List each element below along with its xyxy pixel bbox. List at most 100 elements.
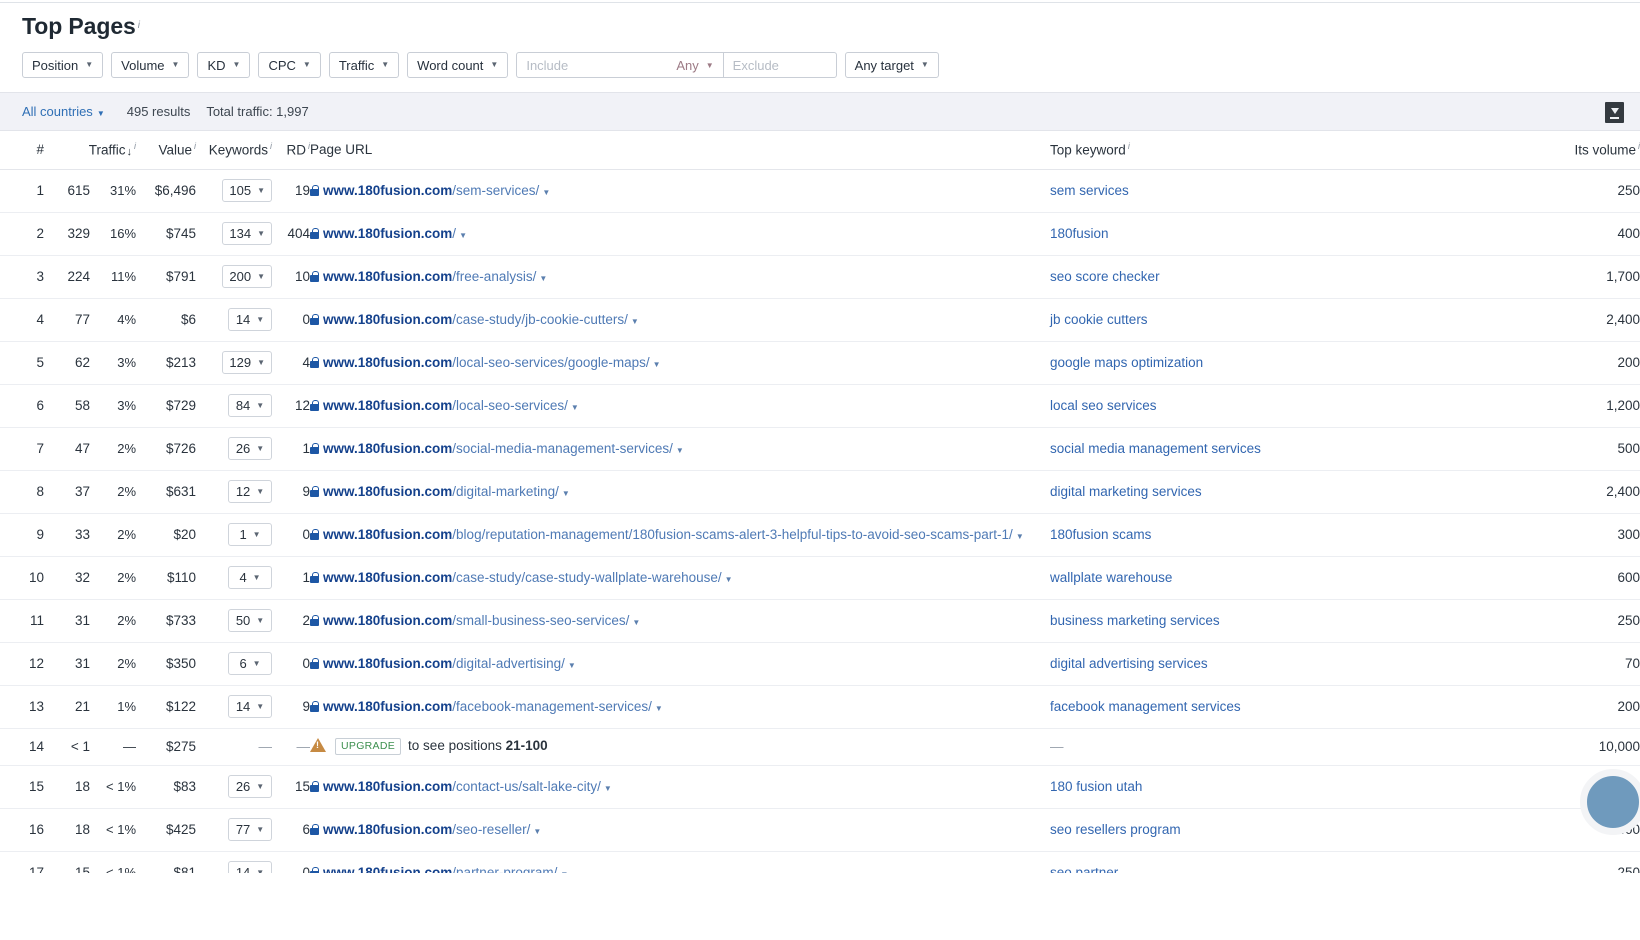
rd-cell[interactable]: 0	[272, 851, 310, 873]
rd-cell[interactable]: 9	[272, 685, 310, 728]
chat-bubble[interactable]	[1580, 769, 1640, 835]
chevron-down-icon[interactable]: ▼	[542, 188, 550, 197]
rd-cell[interactable]: 12	[272, 384, 310, 427]
filter-word-count-button[interactable]: Word count ▼	[407, 52, 508, 78]
chevron-down-icon[interactable]: ▼	[676, 446, 684, 455]
table-row[interactable]: 9332%$201▼0www.180fusion.com/blog/reputa…	[0, 513, 1640, 556]
rd-cell[interactable]: 0	[272, 642, 310, 685]
rd-cell[interactable]: 2	[272, 599, 310, 642]
top-keyword-link[interactable]: seo score checker	[1050, 269, 1160, 284]
page-url-cell[interactable]: www.180fusion.com/social-media-managemen…	[310, 427, 1050, 470]
chevron-down-icon[interactable]: ▼	[1016, 532, 1024, 541]
page-url-cell[interactable]: www.180fusion.com/▼	[310, 212, 1050, 255]
page-url-path[interactable]: /digital-marketing/	[452, 484, 559, 499]
table-row[interactable]: 4774%$614▼0www.180fusion.com/case-study/…	[0, 298, 1640, 341]
keywords-dropdown[interactable]: 26▼	[228, 775, 272, 798]
keywords-dropdown[interactable]: 6▼	[228, 652, 272, 675]
table-row[interactable]: 1518< 1%$8326▼15www.180fusion.com/contac…	[0, 765, 1640, 808]
page-url-domain[interactable]: www.180fusion.com	[323, 656, 452, 671]
chevron-down-icon[interactable]: ▼	[631, 317, 639, 326]
info-icon[interactable]: i	[134, 141, 136, 151]
include-input[interactable]: Include	[517, 53, 667, 77]
rd-cell[interactable]: 9	[272, 470, 310, 513]
rd-cell[interactable]: 6	[272, 808, 310, 851]
page-url-domain[interactable]: www.180fusion.com	[323, 779, 452, 794]
page-url-cell[interactable]: www.180fusion.com/local-seo-services/goo…	[310, 341, 1050, 384]
column-header-rd[interactable]: RDi	[272, 131, 310, 169]
page-url-cell[interactable]: www.180fusion.com/seo-reseller/▼	[310, 808, 1050, 851]
rd-cell[interactable]: 1	[272, 556, 310, 599]
filter-position-button[interactable]: Position ▼	[22, 52, 103, 78]
rd-cell[interactable]: 1	[272, 427, 310, 470]
info-icon[interactable]: i	[194, 141, 196, 151]
page-url-cell[interactable]: www.180fusion.com/case-study/jb-cookie-c…	[310, 298, 1050, 341]
keywords-dropdown[interactable]: 1▼	[228, 523, 272, 546]
keywords-dropdown[interactable]: 200▼	[222, 265, 272, 288]
column-header-keywords[interactable]: Keywordsi	[196, 131, 272, 169]
table-row[interactable]: 6583%$72984▼12www.180fusion.com/local-se…	[0, 384, 1640, 427]
top-keyword-link[interactable]: local seo services	[1050, 398, 1157, 413]
filter-cpc-button[interactable]: CPC ▼	[258, 52, 320, 78]
filter-traffic-button[interactable]: Traffic ▼	[329, 52, 399, 78]
table-row[interactable]: 1618< 1%$42577▼6www.180fusion.com/seo-re…	[0, 808, 1640, 851]
chevron-down-icon[interactable]: ▼	[560, 870, 568, 874]
keywords-dropdown[interactable]: 14▼	[228, 308, 272, 331]
table-row[interactable]: 5623%$213129▼4www.180fusion.com/local-se…	[0, 341, 1640, 384]
page-url-path[interactable]: /case-study/case-study-wallplate-warehou…	[452, 570, 721, 585]
top-keyword-link[interactable]: seo resellers program	[1050, 822, 1181, 837]
column-header-value[interactable]: Valuei	[136, 131, 196, 169]
page-url-cell[interactable]: www.180fusion.com/blog/reputation-manage…	[310, 513, 1050, 556]
rd-cell[interactable]: 19	[272, 169, 310, 212]
keywords-dropdown[interactable]: 77▼	[228, 818, 272, 841]
keywords-dropdown[interactable]: 129▼	[222, 351, 272, 374]
page-url-cell[interactable]: www.180fusion.com/partner-program/▼	[310, 851, 1050, 873]
exclude-input[interactable]: Exclude	[724, 53, 836, 77]
page-url-domain[interactable]: www.180fusion.com	[323, 226, 452, 241]
column-header-page-url[interactable]: Page URL	[310, 131, 1050, 169]
page-url-domain[interactable]: www.180fusion.com	[323, 355, 452, 370]
page-url-path[interactable]: /blog/reputation-management/180fusion-sc…	[452, 527, 1013, 542]
table-row[interactable]: 14< 1—$275——UPGRADEto see positions 21-1…	[0, 728, 1640, 765]
page-url-path[interactable]: /contact-us/salt-lake-city/	[452, 779, 601, 794]
rd-cell[interactable]: 4	[272, 341, 310, 384]
page-url-domain[interactable]: www.180fusion.com	[323, 269, 452, 284]
filter-kd-button[interactable]: KD ▼	[197, 52, 250, 78]
column-header-traffic[interactable]: Traffic↓i	[44, 131, 136, 169]
top-keyword-link[interactable]: 180 fusion utah	[1050, 779, 1142, 794]
rd-cell[interactable]: 0	[272, 298, 310, 341]
table-row[interactable]: 7472%$72626▼1www.180fusion.com/social-me…	[0, 427, 1640, 470]
keywords-dropdown[interactable]: 26▼	[228, 437, 272, 460]
include-match-mode-dropdown[interactable]: Any ▼	[667, 53, 722, 77]
page-url-domain[interactable]: www.180fusion.com	[323, 570, 452, 585]
info-icon[interactable]: i	[270, 141, 272, 151]
page-url-domain[interactable]: www.180fusion.com	[323, 398, 452, 413]
keywords-dropdown[interactable]: 14▼	[228, 861, 272, 874]
page-url-domain[interactable]: www.180fusion.com	[323, 822, 452, 837]
page-url-cell[interactable]: www.180fusion.com/facebook-management-se…	[310, 685, 1050, 728]
top-keyword-link[interactable]: digital marketing services	[1050, 484, 1202, 499]
page-url-cell[interactable]: www.180fusion.com/contact-us/salt-lake-c…	[310, 765, 1050, 808]
country-selector[interactable]: All countries▼	[22, 104, 105, 119]
chevron-down-icon[interactable]: ▼	[568, 661, 576, 670]
column-header-its-volume[interactable]: Its volumei	[1470, 131, 1640, 169]
chevron-down-icon[interactable]: ▼	[571, 403, 579, 412]
keywords-dropdown[interactable]: 4▼	[228, 566, 272, 589]
top-keyword-link[interactable]: digital advertising services	[1050, 656, 1208, 671]
chevron-down-icon[interactable]: ▼	[632, 618, 640, 627]
page-url-path[interactable]: /local-seo-services/google-maps/	[452, 355, 649, 370]
page-url-domain[interactable]: www.180fusion.com	[323, 699, 452, 714]
page-url-domain[interactable]: www.180fusion.com	[323, 183, 452, 198]
upgrade-badge[interactable]: UPGRADE	[335, 738, 401, 755]
table-row[interactable]: 8372%$63112▼9www.180fusion.com/digital-m…	[0, 470, 1640, 513]
top-keyword-link[interactable]: 180fusion	[1050, 226, 1109, 241]
page-url-domain[interactable]: www.180fusion.com	[323, 527, 452, 542]
top-keyword-link[interactable]: seo partner	[1050, 865, 1118, 874]
keywords-dropdown[interactable]: 12▼	[228, 480, 272, 503]
chevron-down-icon[interactable]: ▼	[539, 274, 547, 283]
top-keyword-link[interactable]: 180fusion scams	[1050, 527, 1151, 542]
page-url-path[interactable]: /sem-services/	[452, 183, 539, 198]
page-url-path[interactable]: /small-business-seo-services/	[452, 613, 629, 628]
top-keyword-link[interactable]: facebook management services	[1050, 699, 1241, 714]
chevron-down-icon[interactable]: ▼	[604, 784, 612, 793]
table-row[interactable]: 322411%$791200▼10www.180fusion.com/free-…	[0, 255, 1640, 298]
